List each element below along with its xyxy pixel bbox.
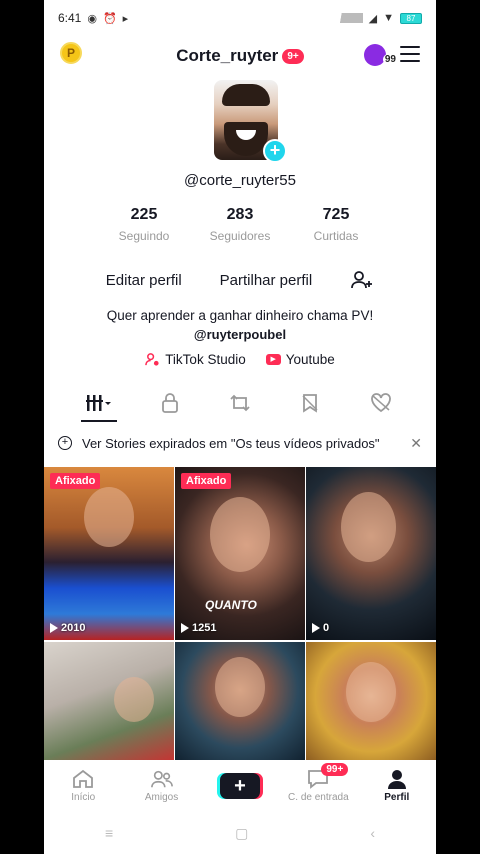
stat-label: Curtidas [313, 229, 359, 243]
home-system-icon[interactable]: ▢ [235, 825, 248, 842]
play-icon [50, 623, 58, 633]
share-profile-button[interactable]: Partilhar perfil [220, 272, 313, 289]
view-count: 2010 [50, 622, 85, 634]
bio-mention-link[interactable]: @ruyterpoubel [44, 327, 436, 342]
system-navigation: ≡ ▢ ‹ [44, 812, 436, 854]
wifi-icon: ▼ [383, 12, 394, 24]
cell-signal-icon: ◢ [368, 12, 378, 25]
stat-label: Seguidores [209, 229, 271, 243]
status-time: 6:41 [58, 11, 82, 25]
link-label: Youtube [285, 352, 335, 367]
phone-screen: 6:41 ◉ ⏰ ▸ ◢ ▼ 87 P Corte_ruyter 9+ 99 +… [44, 0, 436, 854]
profile-handle: @corte_ruyter55 [184, 172, 296, 189]
inbox-badge: 99+ [321, 763, 349, 776]
back-icon[interactable]: ‹ [370, 825, 375, 841]
add-photo-icon[interactable]: + [263, 139, 287, 163]
youtube-link[interactable]: ▶ Youtube [265, 352, 335, 367]
profile-header: P Corte_ruyter 9+ 99 [44, 36, 436, 76]
video-thumbnail[interactable]: Afixado 2010 [44, 467, 174, 640]
nav-label: Perfil [384, 792, 410, 803]
add-circle-icon: + [58, 436, 72, 450]
recent-apps-icon[interactable]: ≡ [105, 825, 113, 841]
video-thumbnail[interactable] [175, 642, 305, 762]
stat-followers[interactable]: 283 Seguidores [192, 206, 288, 243]
tab-private[interactable] [152, 388, 188, 418]
create-button[interactable]: + [219, 773, 260, 799]
signal-icon [328, 13, 363, 23]
profile-bio: Quer aprender a ganhar dinheiro chama PV… [106, 308, 374, 323]
stat-label: Seguindo [118, 229, 170, 243]
add-friend-icon[interactable] [350, 268, 374, 292]
view-count: 0 [312, 622, 329, 634]
view-count: 1251 [181, 622, 216, 634]
play-icon [181, 623, 189, 633]
notification-icon: ◉ [87, 12, 97, 25]
view-count-value: 0 [323, 622, 330, 634]
video-thumbnail[interactable]: Afixado QUANTO 1251 [175, 467, 305, 640]
menu-icon[interactable] [400, 46, 420, 62]
stat-value: 283 [226, 206, 254, 223]
page-title[interactable]: Corte_ruyter [176, 46, 278, 66]
avatar[interactable] [364, 44, 386, 66]
notice-text: Ver Stories expirados em "Os teus vídeos… [82, 435, 380, 451]
videos-grid-icon [86, 395, 112, 411]
alarm-icon: ⏰ [102, 12, 117, 25]
edit-profile-button[interactable]: Editar perfil [106, 272, 182, 289]
tiktok-studio-icon [145, 353, 159, 366]
pinned-badge: Afixado [181, 473, 232, 489]
account-badge[interactable]: 9+ [282, 48, 304, 64]
bookmark-icon [302, 394, 318, 413]
nav-friends[interactable]: Amigos [127, 769, 197, 803]
view-count-value: 1251 [192, 622, 217, 634]
video-thumbnail[interactable] [44, 642, 174, 762]
home-icon [73, 769, 94, 788]
avatar-count: 99 [382, 54, 398, 65]
play-icon [312, 623, 320, 633]
lock-icon [161, 393, 178, 413]
tab-saved[interactable] [292, 388, 328, 418]
profile-tabs [44, 385, 436, 422]
status-bar: 6:41 ◉ ⏰ ▸ ◢ ▼ 87 [44, 0, 436, 36]
nav-label: Início [71, 792, 96, 803]
video-thumbnail[interactable]: 0 [306, 467, 436, 640]
video-thumbnail[interactable] [306, 642, 436, 762]
link-label: TikTok Studio [165, 352, 246, 367]
bottom-navigation: Início Amigos + 99+ C. de entrada Perfil [44, 760, 436, 812]
repost-icon [230, 394, 250, 412]
stories-notice[interactable]: + Ver Stories expirados em "Os teus víde… [44, 426, 436, 460]
youtube-icon: ▶ [265, 354, 281, 365]
stat-value: 725 [322, 206, 350, 223]
profile-actions: Editar perfil Partilhar perfil [44, 268, 436, 292]
battery-icon: 87 [400, 12, 422, 24]
profile-icon [387, 770, 406, 789]
play-notification-icon: ▸ [122, 12, 129, 25]
stat-value: 225 [130, 206, 158, 223]
nav-profile[interactable]: Perfil [362, 769, 432, 803]
friends-icon [150, 770, 173, 788]
stat-likes[interactable]: 725 Curtidas [288, 206, 384, 243]
nav-label: Amigos [144, 792, 179, 803]
nav-label: C. de entrada [288, 792, 349, 803]
tiktok-studio-link[interactable]: TikTok Studio [145, 352, 246, 367]
profile-links: TikTok Studio ▶ Youtube [44, 352, 436, 367]
nav-home[interactable]: Início [48, 769, 118, 803]
profile-stats: 225 Seguindo 283 Seguidores 725 Curtidas [96, 206, 384, 243]
tab-reposts[interactable] [222, 388, 258, 418]
liked-heart-icon [370, 393, 391, 413]
tab-videos[interactable] [81, 388, 118, 422]
nav-inbox[interactable]: 99+ C. de entrada [283, 763, 353, 803]
video-caption: QUANTO [205, 598, 257, 612]
close-icon[interactable]: ✕ [410, 435, 422, 452]
video-grid: Afixado 2010 Afixado QUANTO 1251 0 [44, 467, 436, 762]
pinned-badge: Afixado [50, 473, 101, 489]
view-count-value: 2010 [61, 622, 86, 634]
stat-following[interactable]: 225 Seguindo [96, 206, 192, 243]
coin-icon[interactable]: P [60, 42, 82, 64]
tab-liked[interactable] [363, 388, 399, 418]
nav-create[interactable]: + [205, 773, 275, 799]
